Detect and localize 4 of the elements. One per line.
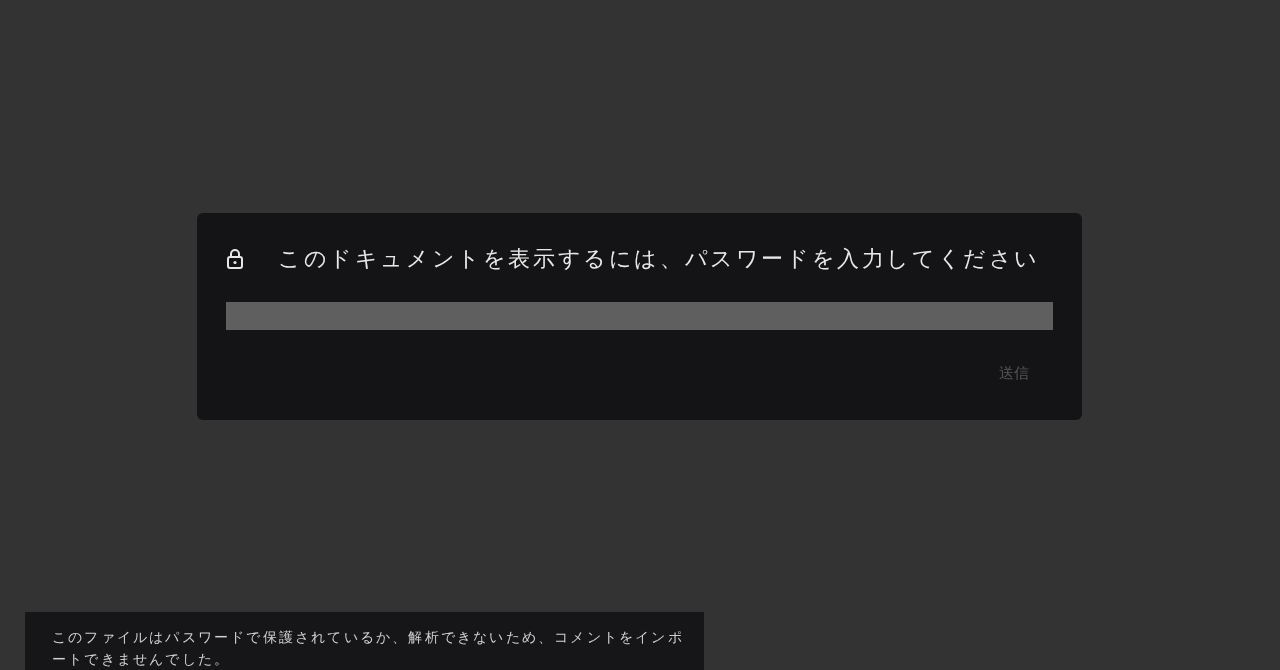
toast-message: このファイルはパスワードで保護されているか、解析できないため、コメントをインポートできませんでした。 <box>52 628 685 669</box>
lock-icon <box>226 248 244 270</box>
password-field[interactable] <box>226 302 1053 330</box>
dialog-title: このドキュメントを表示するには、パスワードを入力してください <box>278 245 1040 273</box>
